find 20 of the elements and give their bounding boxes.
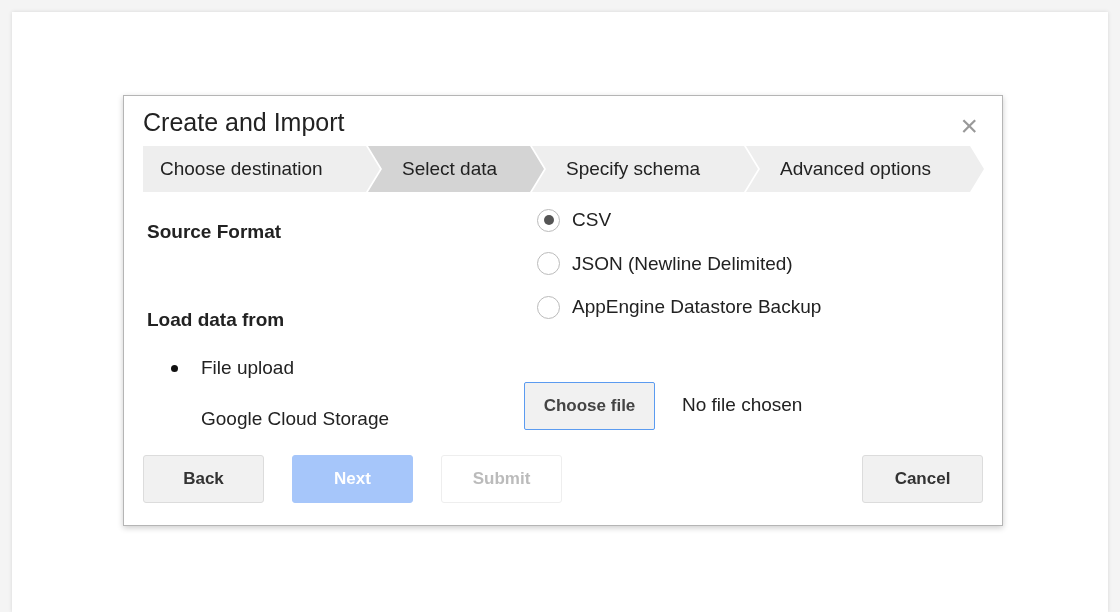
radio-button[interactable] xyxy=(537,252,560,276)
radio-label: AppEngine Datastore Backup xyxy=(572,295,822,319)
section-label: Load data from xyxy=(147,307,286,332)
section-label: Source Format xyxy=(147,220,283,244)
dialog-button[interactable]: Cancel xyxy=(862,455,983,503)
wizard-step[interactable]: Specify schema xyxy=(532,146,758,192)
bullet-icon xyxy=(170,364,178,372)
wizard-step[interactable]: Select data xyxy=(368,146,544,192)
radio-label: CSV xyxy=(572,208,612,232)
radio-button[interactable] xyxy=(537,295,560,319)
radio-label: JSON (Newline Delimited) xyxy=(572,251,793,276)
wizard-step[interactable]: Choose destination xyxy=(143,146,380,192)
dialog-button[interactable]: Back xyxy=(143,455,264,503)
radio-button[interactable] xyxy=(537,208,560,232)
dialog-title: Create and Import xyxy=(143,107,345,139)
wizard-step[interactable]: Advanced options xyxy=(746,146,984,192)
source-option[interactable]: File upload xyxy=(201,354,294,383)
file-status: No file chosen xyxy=(682,393,803,418)
source-option[interactable]: Google Cloud Storage xyxy=(201,404,389,433)
choose-file-button[interactable]: Choose file xyxy=(524,381,655,430)
